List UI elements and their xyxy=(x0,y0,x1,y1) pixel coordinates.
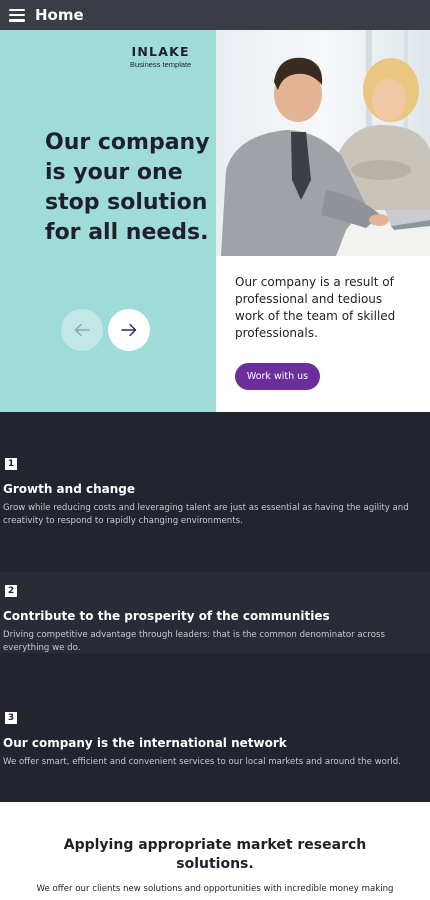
arrow-right-icon xyxy=(121,323,137,337)
brand-logo[interactable]: INLAKE Business template xyxy=(130,44,191,69)
brand-name: INLAKE xyxy=(131,44,190,59)
section-heading: Applying appropriate market research sol… xyxy=(63,837,367,872)
section-text: We offer our clients new solutions and o… xyxy=(36,884,394,894)
brand-tagline: Business template xyxy=(130,60,192,69)
feature-number-badge: 3 xyxy=(5,712,17,724)
feature-title: Growth and change xyxy=(3,482,135,496)
feature-number-badge: 1 xyxy=(5,458,17,470)
slider-prev-button[interactable] xyxy=(61,309,103,351)
page-title: Home xyxy=(35,6,84,24)
feature-item: 2 Contribute to the prosperity of the co… xyxy=(0,572,430,653)
feature-title: Contribute to the prosperity of the comm… xyxy=(3,609,330,623)
hamburger-menu-icon[interactable] xyxy=(9,8,25,22)
arrow-left-icon xyxy=(74,323,90,337)
feature-number-badge: 2 xyxy=(5,585,17,597)
hero-left-panel: INLAKE Business template Our company is … xyxy=(0,30,216,412)
top-app-bar: Home xyxy=(0,0,430,30)
slider-next-button[interactable] xyxy=(108,309,150,351)
features-section: 1 Growth and change Grow while reducing … xyxy=(0,412,430,802)
feature-text: Grow while reducing costs and leveraging… xyxy=(3,503,409,526)
hero-photo xyxy=(216,30,430,256)
hero-description: Our company is a result of professional … xyxy=(235,275,396,340)
hero-heading: Our company is your one stop solution fo… xyxy=(45,130,210,245)
feature-item: 1 Growth and change Grow while reducing … xyxy=(0,412,430,572)
feature-text: Driving competitive advantage through le… xyxy=(3,630,385,653)
feature-item: 3 Our company is the international netwo… xyxy=(0,653,430,802)
feature-title: Our company is the international network xyxy=(3,736,287,750)
feature-text: We offer smart, efficient and convenient… xyxy=(3,757,401,767)
work-with-us-button[interactable]: Work with us xyxy=(235,363,320,390)
